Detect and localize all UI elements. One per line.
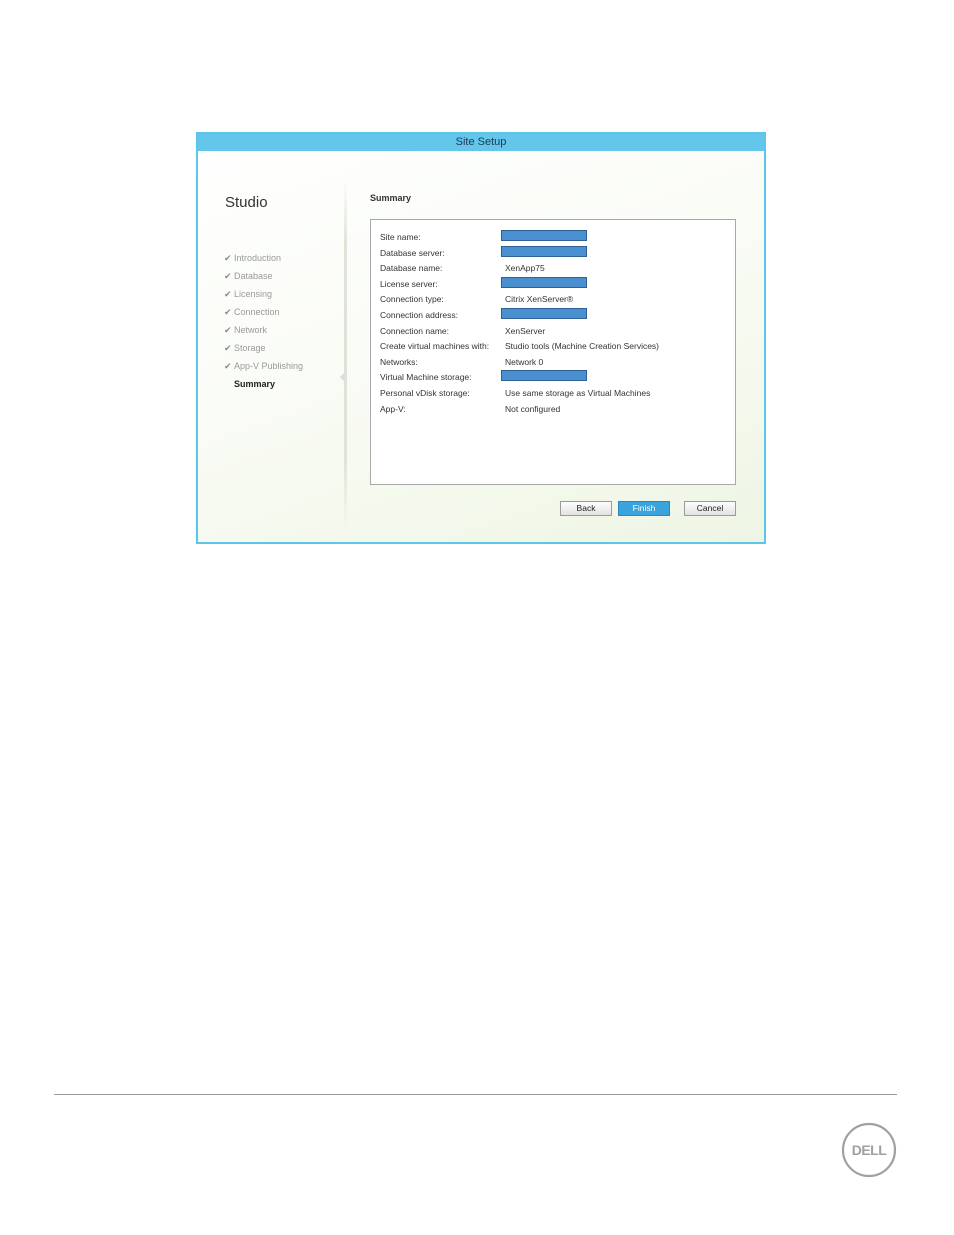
row-label: Connection name: [380,325,449,336]
summary-row-database-server: Database server: [380,245,730,262]
check-icon: ✔ [224,360,232,371]
summary-row-connection-name: Connection name: XenServer [380,324,730,340]
summary-row-networks: Networks: Network 0 [380,355,730,371]
step-database[interactable]: ✔ Database [224,267,303,285]
step-appv-publishing[interactable]: ✔ App-V Publishing [224,357,303,375]
step-label: Licensing [234,289,273,299]
summary-row-create-vms-with: Create virtual machines with: Studio too… [380,339,730,355]
section-title: Summary [370,193,412,203]
check-icon: ✔ [224,342,232,353]
row-label: Personal vDisk storage: [380,387,470,398]
window-title: Site Setup [198,134,764,151]
step-network[interactable]: ✔ Network [224,321,303,339]
redacted-value [501,276,587,288]
step-label: Connection [234,307,280,317]
step-label: App-V Publishing [234,361,304,371]
redacted-value [501,230,587,241]
summary-row-connection-type: Connection type: Citrix XenServer® [380,292,730,308]
dell-logo-text: DELL [852,1142,888,1158]
summary-row-connection-address: Connection address: [380,307,730,324]
step-introduction[interactable]: ✔ Introduction [224,249,303,267]
summary-row-license-server: License server: [380,276,730,293]
summary-row-site-name: Site name: [380,230,730,246]
back-button[interactable]: Back [560,501,612,516]
check-icon: ✔ [224,306,232,317]
row-value: XenServer [505,325,546,336]
footer-divider [54,1094,897,1095]
sidebar-title: Studio [225,194,268,211]
row-label: Site name: [380,232,421,242]
step-summary[interactable]: ✔Summary [224,375,303,393]
row-value: Network 0 [505,356,544,367]
cancel-button[interactable]: Cancel [684,501,736,516]
row-value: Citrix XenServer® [505,294,574,305]
row-label: Database name: [380,263,443,274]
check-icon: ✔ [224,288,232,299]
finish-button[interactable]: Finish [618,501,670,516]
sidebar-divider [344,178,347,528]
row-label: Virtual Machine storage: [380,372,472,383]
current-step-pointer-icon [340,372,345,382]
wizard-steps: ✔ Introduction ✔ Database ✔ Licensing ✔ Conn… [224,249,303,393]
step-label: Network [234,325,268,335]
step-storage[interactable]: ✔ Storage [224,339,303,357]
redacted-value [501,370,587,382]
check-icon: ✔ [224,252,232,263]
summary-box: Site name: Database server: Database nam… [370,219,736,485]
summary-row-personal-vdisk-storage: Personal vDisk storage: Use same storage… [380,386,730,402]
redacted-value [501,245,587,257]
row-label: Networks: [380,356,418,367]
step-label: Storage [234,343,266,353]
row-label: App-V: [380,403,406,414]
row-value: Use same storage as Virtual Machines [505,387,651,398]
check-icon: ✔ [224,324,232,335]
step-label: Database [234,271,273,281]
step-label: Summary [234,379,276,389]
row-label: Create virtual machines with: [380,341,490,352]
step-connection[interactable]: ✔ Connection [224,303,303,321]
dell-logo-icon: DELL [841,1122,897,1178]
row-value: Studio tools (Machine Creation Services) [505,341,660,352]
step-label: Introduction [234,253,282,263]
site-setup-dialog: Site Setup Studio ✔ Introduction ✔ Databas… [196,132,766,544]
row-label: Database server: [380,247,445,258]
row-label: Connection type: [380,294,444,305]
step-licensing[interactable]: ✔ Licensing [224,285,303,303]
summary-row-vm-storage: Virtual Machine storage: [380,370,730,386]
row-value: XenApp75 [505,263,545,274]
row-value: Not configured [505,403,561,414]
row-label: License server: [380,278,438,289]
row-label: Connection address: [380,309,458,320]
summary-row-database-name: Database name: XenApp75 [380,261,730,277]
summary-row-app-v: App-V: Not configured [380,402,730,418]
check-icon: ✔ [224,270,232,281]
redacted-value [501,307,587,319]
